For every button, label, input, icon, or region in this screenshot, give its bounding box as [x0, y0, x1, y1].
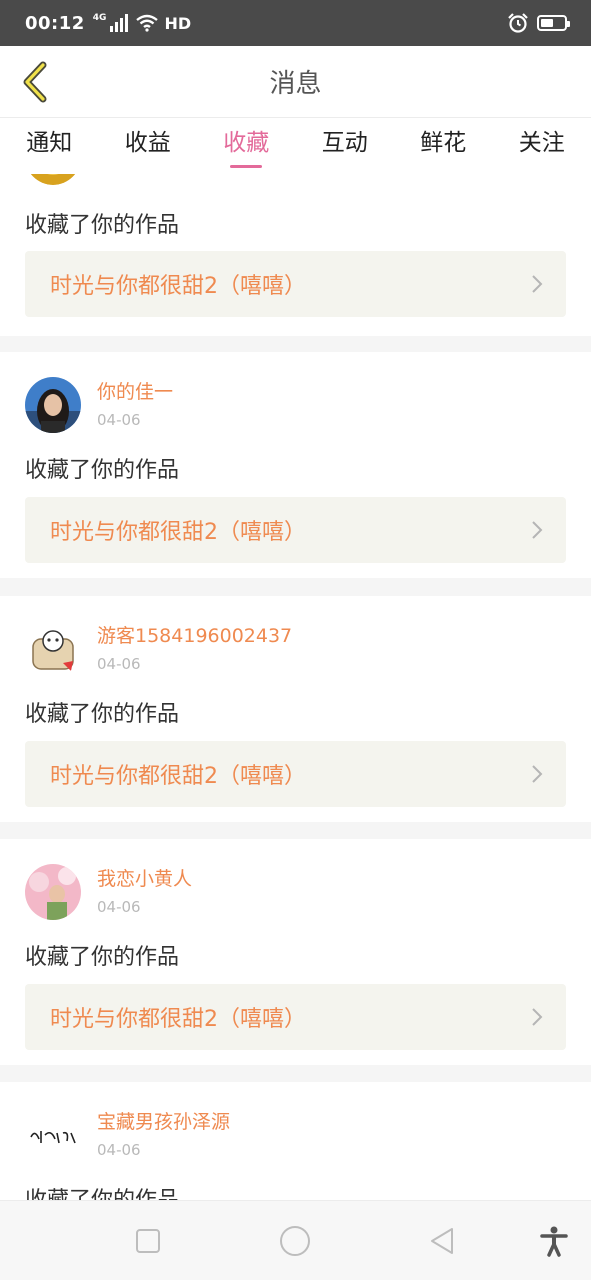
user-name[interactable]: 宝藏男孩孙泽源 [97, 1109, 230, 1135]
message-card: 宝藏男孩孙泽源 04-06 收藏了你的作品 [0, 1082, 591, 1200]
chevron-left-icon [23, 61, 47, 103]
home-button[interactable] [277, 1223, 313, 1259]
tab-flowers[interactable]: 鲜花 [394, 118, 493, 174]
back-nav-button[interactable] [424, 1223, 460, 1259]
message-card: 我恋小黄人 04-06 收藏了你的作品 时光与你都很甜2（嘻嘻） [0, 839, 591, 1065]
action-text: 收藏了你的作品 [25, 945, 180, 970]
work-link[interactable]: 时光与你都很甜2（嘻嘻） [25, 984, 566, 1050]
chevron-right-icon [532, 521, 543, 539]
chevron-right-icon [532, 765, 543, 783]
message-list[interactable]: 04-06 收藏了你的作品 时光与你都很甜2（嘻嘻） [0, 174, 591, 1200]
network-type: 4G [92, 13, 107, 23]
hd-label: HD [164, 13, 192, 33]
message-card: 游客1584196002437 04-06 收藏了你的作品 时光与你都很甜2（嘻… [0, 596, 591, 822]
action-text: 收藏了你的作品 [25, 213, 180, 238]
tab-interaction[interactable]: 互动 [296, 118, 395, 174]
message-user[interactable]: 你的佳一 04-06 [25, 377, 173, 433]
back-button[interactable] [14, 60, 54, 104]
battery-icon [537, 15, 570, 31]
user-name[interactable]: 游客1584196002437 [97, 623, 292, 649]
header: 消息 [0, 46, 591, 118]
message-date: 04-06 [97, 655, 141, 673]
message-user[interactable]: 我恋小黄人 04-06 [25, 864, 192, 920]
page-title: 消息 [269, 69, 322, 99]
chevron-right-icon [532, 275, 543, 293]
signal-icon: 4G [93, 14, 129, 32]
avatar[interactable] [25, 174, 81, 185]
tab-following[interactable]: 关注 [493, 118, 591, 174]
accessibility-icon [540, 1226, 568, 1257]
recents-button[interactable] [130, 1223, 166, 1259]
avatar[interactable] [25, 621, 81, 677]
action-text: 收藏了你的作品 [25, 1182, 179, 1200]
message-user[interactable]: 游客1584196002437 04-06 [25, 621, 292, 677]
alarm-icon [508, 13, 528, 33]
work-title: 时光与你都很甜2（嘻嘻） [50, 764, 306, 789]
message-date: 04-06 [97, 1141, 141, 1159]
status-bar: 00:12 4G HD [0, 0, 591, 46]
triangle-back-icon [431, 1228, 453, 1254]
system-nav-bar [0, 1200, 591, 1280]
screen: 00:12 4G HD 消息 通知 收益 收藏 互动 鲜花 关注 收藏了你的作品… [0, 0, 591, 1280]
message-user[interactable]: 04-06 [25, 174, 141, 185]
work-title: 时光与你都很甜2（嘻嘻） [50, 520, 306, 545]
tab-notice[interactable]: 通知 [0, 118, 99, 174]
square-icon [136, 1229, 160, 1253]
action-text: 收藏了你的作品 [25, 458, 180, 483]
accessibility-button[interactable] [536, 1223, 572, 1259]
avatar[interactable] [25, 377, 81, 433]
message-user[interactable]: 宝藏男孩孙泽源 04-06 [25, 1107, 230, 1163]
work-link[interactable]: 时光与你都很甜2（嘻嘻） [25, 497, 566, 563]
circle-icon [280, 1226, 310, 1256]
action-text: 收藏了你的作品 [25, 702, 180, 727]
user-name[interactable]: 你的佳一 [97, 379, 173, 405]
tab-income[interactable]: 收益 [99, 118, 198, 174]
work-link[interactable]: 时光与你都很甜2（嘻嘻） [25, 741, 566, 807]
work-title: 时光与你都很甜2（嘻嘻） [50, 274, 306, 299]
work-title: 时光与你都很甜2（嘻嘻） [50, 1007, 306, 1032]
chevron-right-icon [532, 1008, 543, 1026]
user-name[interactable]: 我恋小黄人 [97, 866, 192, 892]
message-card: 04-06 收藏了你的作品 时光与你都很甜2（嘻嘻） [0, 174, 591, 336]
avatar[interactable] [25, 864, 81, 920]
status-time: 00:12 [25, 12, 85, 34]
message-date: 04-06 [97, 898, 141, 916]
wifi-icon [136, 14, 159, 32]
message-card: 你的佳一 04-06 收藏了你的作品 时光与你都很甜2（嘻嘻） [0, 352, 591, 578]
tab-favorites[interactable]: 收藏 [197, 118, 296, 174]
avatar[interactable] [25, 1107, 81, 1163]
work-link[interactable]: 时光与你都很甜2（嘻嘻） [25, 251, 566, 317]
message-date: 04-06 [97, 411, 141, 429]
tab-bar: 通知 收益 收藏 互动 鲜花 关注 [0, 118, 591, 174]
